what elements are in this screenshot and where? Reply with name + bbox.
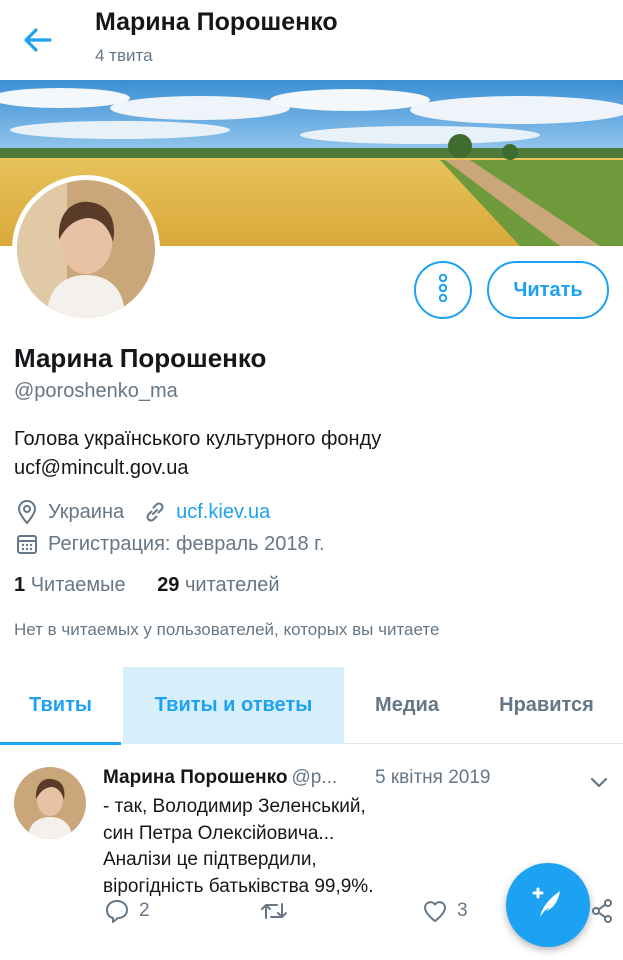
tweet-line: син Петра Олексійовича... [103,822,335,844]
tweet-author-name: Марина Порошенко [103,767,288,788]
following-count: 1 [14,574,26,596]
followers-stat[interactable]: 29 читателей [157,574,279,596]
profile-tabs: Твиты Твиты и ответы Медиа Нравится [0,667,623,745]
tab-media[interactable]: Медиа [344,667,470,744]
following-stat[interactable]: 1 Читаемые [14,574,126,596]
reply-button[interactable]: 2 [103,897,150,925]
tab-likes[interactable]: Нравится [470,667,623,744]
share-icon [588,897,616,925]
location-pin-icon [14,499,40,525]
tweet-line: Аналізи це підтвердили, [103,849,317,870]
tweet-date: 5 квітня 2019 [375,767,491,788]
header-tweet-count: 4 твита [95,46,153,65]
compose-tweet-icon [528,883,568,928]
tweet-avatar[interactable] [14,767,86,839]
profile-location: Украина [48,500,125,523]
bio-email: ucf@mincult.gov.ua [14,457,189,479]
header-title: Марина Порошенко [95,8,338,36]
tab-tweets-and-replies[interactable]: Твиты и ответы [123,667,344,744]
share-button[interactable] [588,897,623,925]
top-app-bar: Марина Порошенко 4 твита [0,0,623,80]
followers-count: 29 [157,574,180,596]
profile-bio: Голова українського культурного фонду uc… [14,425,604,483]
more-vertical-icon [436,273,450,308]
retweet-button[interactable] [260,897,296,925]
tweet-text: - так, Володимир Зеленський, син Петра О… [103,794,503,900]
like-count: 3 [457,900,468,921]
profile-joined-date: Регистрация: февраль 2018 г. [48,532,325,555]
follow-button[interactable]: Читать [487,261,609,319]
link-icon [142,499,168,525]
compose-tweet-button[interactable] [506,863,590,947]
tweet-author-handle: @p... [291,767,338,788]
profile-joined-row: Регистрация: февраль 2018 г. [14,531,325,557]
calendar-icon [14,531,40,557]
profile-avatar[interactable] [12,175,160,323]
like-button[interactable]: 3 [421,897,468,925]
followers-label: читателей [185,574,280,596]
reply-count: 2 [139,900,150,921]
follow-stats: 1 Читаемые 29 читателей [14,574,280,597]
more-options-button[interactable] [414,261,472,319]
chevron-down-icon[interactable] [588,771,610,793]
retweet-icon [260,897,288,925]
arrow-left-icon[interactable] [20,22,56,58]
reply-icon [103,897,131,925]
profile-website-link[interactable]: ucf.kiev.ua [176,501,270,524]
tab-tweets[interactable]: Твиты [0,667,121,745]
heart-icon [421,897,449,925]
profile-handle: @poroshenko_ma [14,380,178,402]
following-label: Читаемые [30,574,126,596]
tweet-header: Марина Порошенко @p... 5 квітня 2019 [103,767,491,789]
bio-line: Голова українського культурного фонду [14,428,382,450]
mutual-followers-notice: Нет в читаемых у пользователей, которых … [14,620,440,639]
profile-name: Марина Порошенко [14,343,267,373]
profile-meta-row: Украина ucf.kiev.ua [14,499,270,525]
tweet-line: - так, Володимир Зеленський, [103,796,366,817]
